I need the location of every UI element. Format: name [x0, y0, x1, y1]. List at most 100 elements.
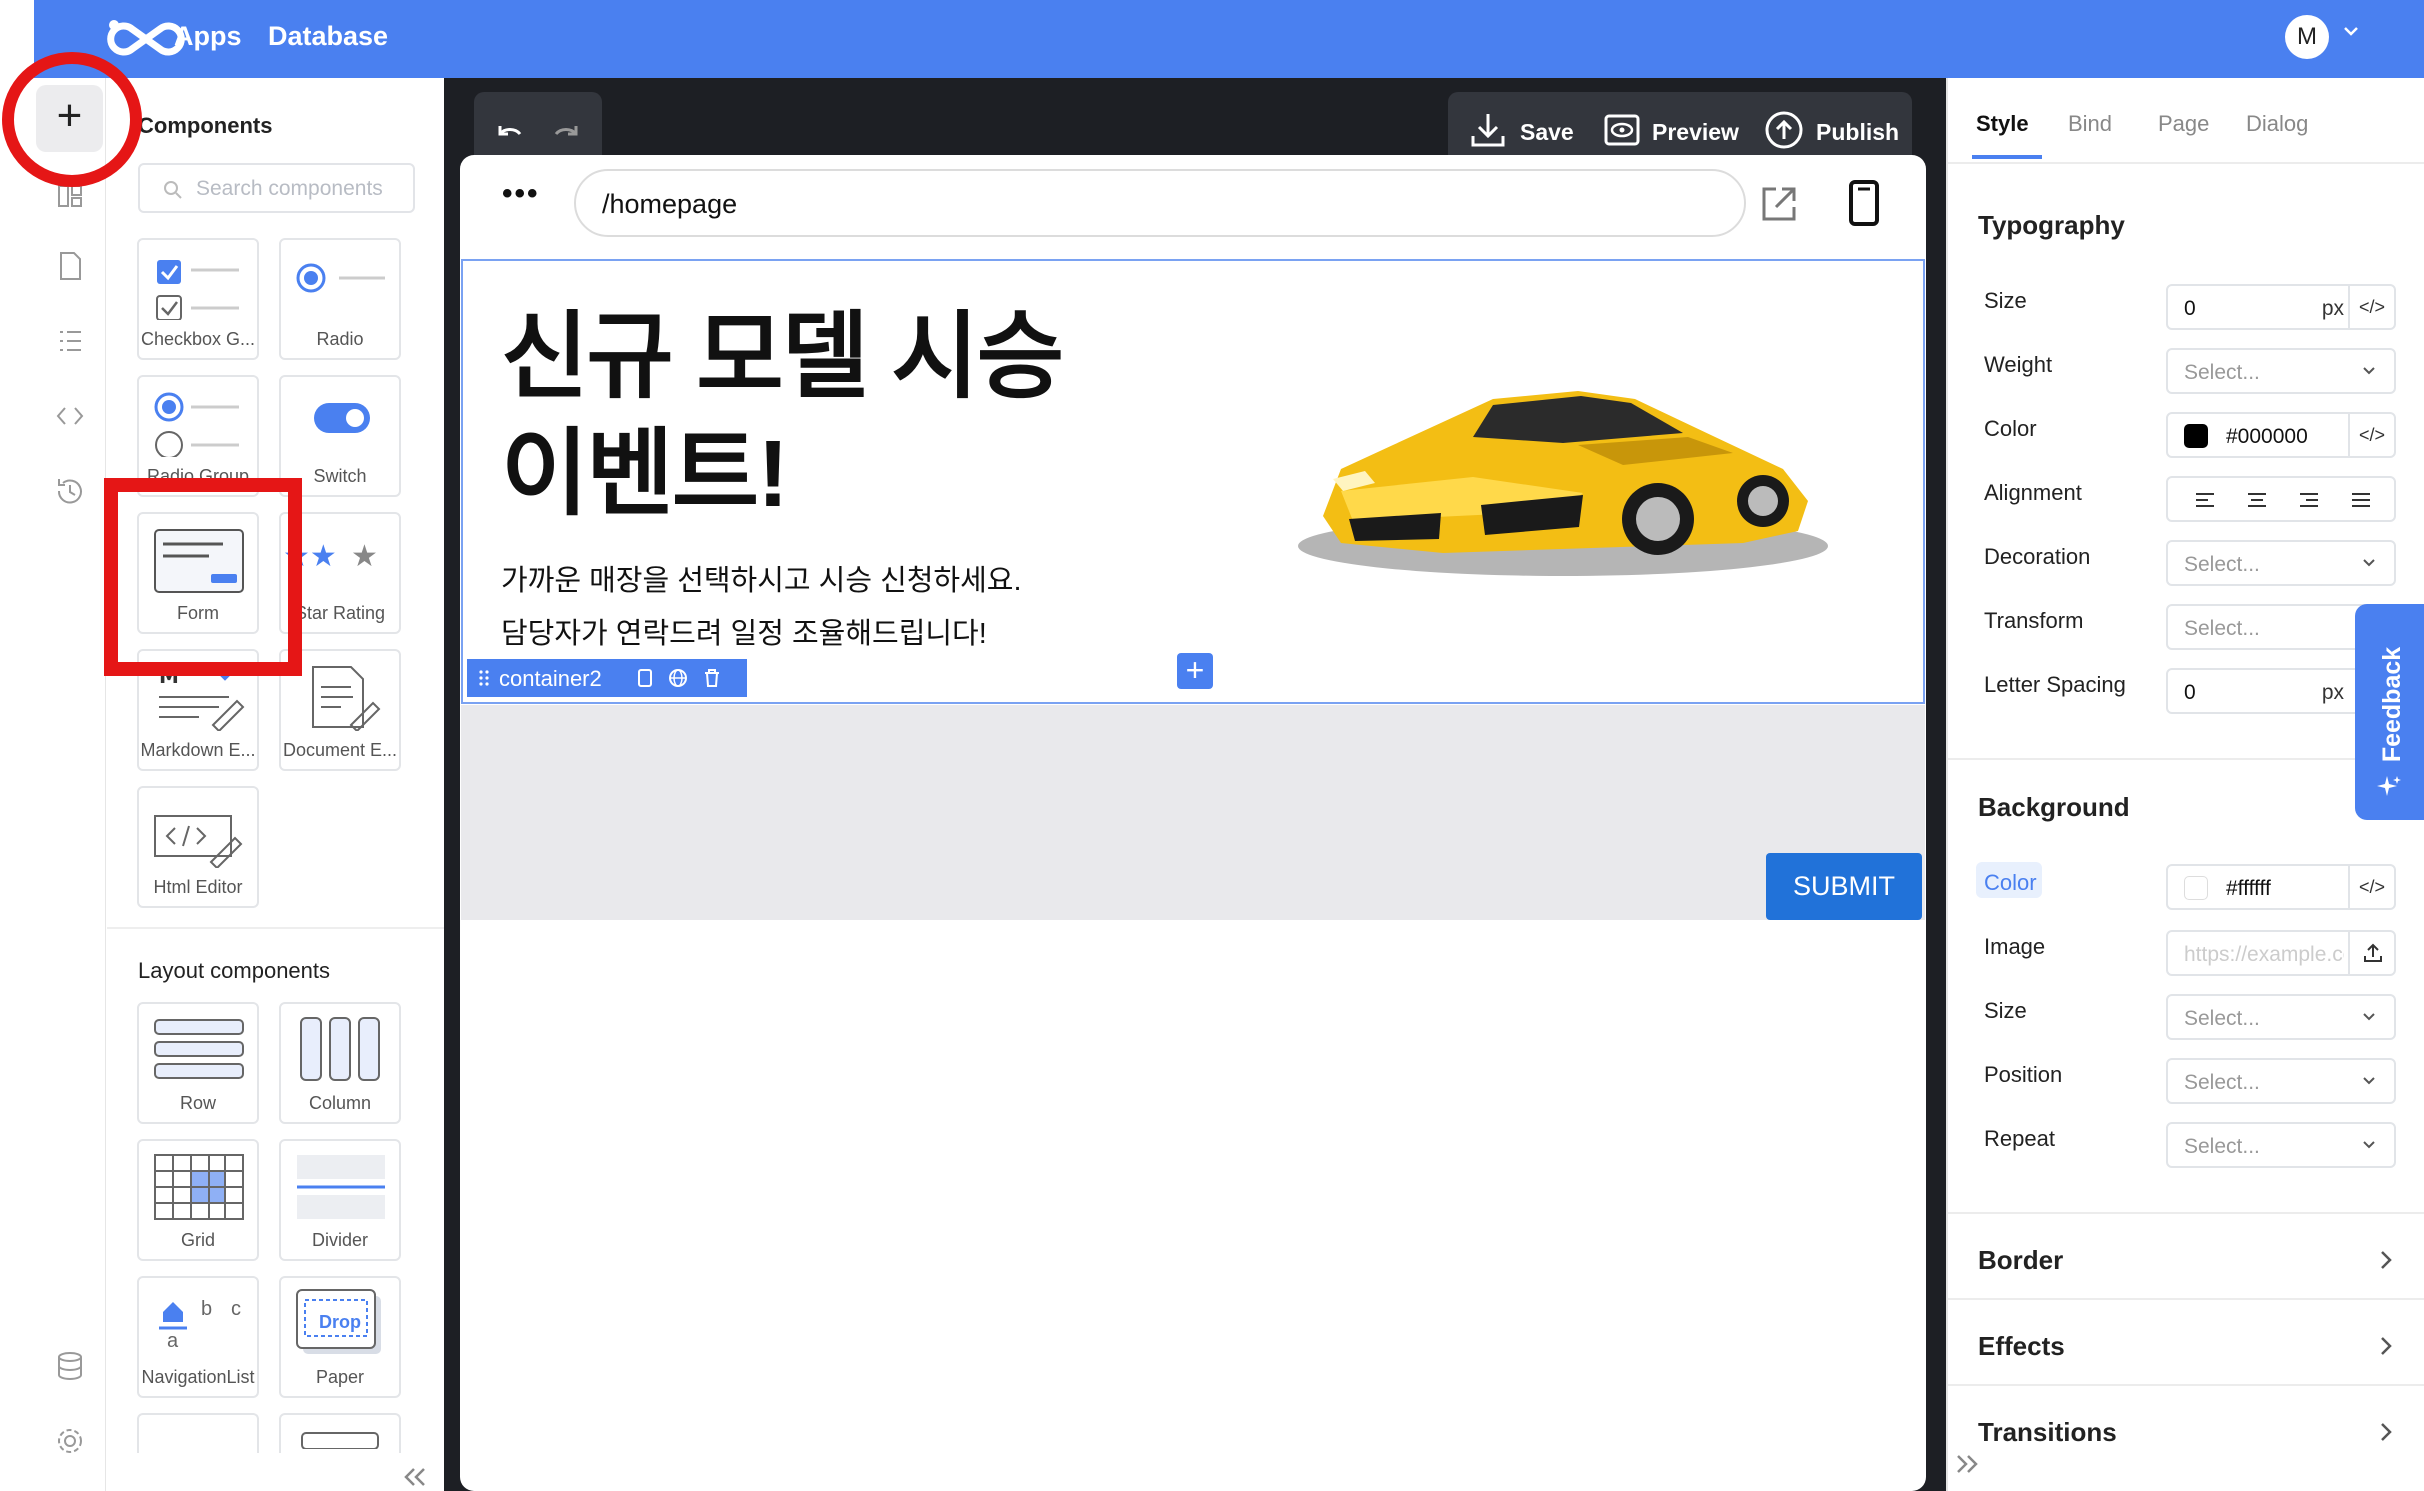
drag-handle-icon[interactable]	[479, 669, 489, 687]
user-avatar[interactable]: M	[2285, 15, 2329, 59]
alignment-group	[2166, 476, 2396, 522]
align-center-icon[interactable]	[2246, 490, 2268, 510]
undo-icon[interactable]	[490, 112, 528, 150]
tile-label: Grid	[180, 1230, 215, 1250]
container-name: container2	[499, 666, 602, 691]
bg-position-select[interactable]: Select...	[2166, 1058, 2396, 1104]
open-external-icon[interactable]	[1758, 183, 1800, 225]
save-button[interactable]: Save	[1468, 110, 1588, 150]
tab-page[interactable]: Page	[2158, 111, 2209, 137]
container-selection-tag[interactable]: container2	[467, 659, 747, 697]
tile-label: Divider	[311, 1230, 368, 1250]
font-color-input[interactable]: #000000 </>	[2166, 412, 2396, 458]
background-title: Background	[1978, 792, 2130, 822]
tile-paper[interactable]: Drop Paper	[279, 1276, 401, 1398]
page-canvas: ••• /homepage 신규 모델 시승 이벤트! 가까운 매장을 선택하시…	[460, 155, 1926, 1491]
copy-icon[interactable]	[633, 667, 655, 689]
color-swatch[interactable]	[2184, 876, 2208, 900]
tile-label: Column	[308, 1093, 372, 1113]
components-title: Components	[138, 113, 273, 138]
size-label: Size	[1984, 288, 2027, 313]
chevron-down-icon[interactable]	[2340, 20, 2362, 42]
tab-dialog[interactable]: Dialog	[2246, 111, 2308, 137]
search-icon	[164, 181, 182, 199]
container2[interactable]: 신규 모델 시승 이벤트! 가까운 매장을 선택하시고 시승 신청하세요. 담당…	[461, 259, 1925, 704]
feedback-tab[interactable]: Feedback	[2355, 604, 2424, 820]
tile-checkbox-group[interactable]: Checkbox G...	[137, 238, 259, 360]
trash-icon[interactable]	[701, 667, 723, 689]
globe-icon[interactable]	[667, 667, 689, 689]
preview-eye-icon	[1604, 114, 1640, 146]
html-editor-icon	[154, 815, 243, 868]
tab-style[interactable]: Style	[1976, 111, 2029, 137]
download-icon	[1471, 114, 1505, 147]
transform-label: Transform	[1984, 608, 2084, 633]
hero-text-line: 가까운 매장을 선택하시고 시승 신청하세요.	[501, 565, 1022, 597]
tile-row[interactable]: Row	[137, 1002, 259, 1124]
mobile-device-icon[interactable]	[1846, 179, 1882, 227]
document-icon[interactable]	[50, 246, 90, 286]
highlight-rectangle	[104, 478, 302, 676]
font-weight-select[interactable]: Select...	[2166, 348, 2396, 394]
hero-title: 신규 모델 시승 이벤트!	[501, 304, 1064, 527]
bg-color-input[interactable]: #ffffff </>	[2166, 864, 2396, 910]
tile-partial[interactable]	[279, 1413, 401, 1453]
tile-grid[interactable]: Grid	[137, 1139, 259, 1261]
letter-spacing-label: Letter Spacing	[1984, 672, 2126, 697]
tile-column[interactable]: Column	[279, 1002, 401, 1124]
preview-button[interactable]: Preview	[1602, 110, 1752, 150]
section-divider	[1948, 1212, 2424, 1214]
sports-car-image	[1298, 391, 1828, 576]
panel-divider	[107, 927, 444, 929]
database-icon[interactable]	[50, 1346, 90, 1386]
component-search-input[interactable]: Search components	[138, 163, 415, 213]
weight-label: Weight	[1984, 352, 2053, 377]
color-label: Color	[1984, 416, 2037, 441]
more-options-icon[interactable]: •••	[502, 177, 540, 211]
partial-tile-icon	[301, 1432, 379, 1449]
chevron-down-icon	[2363, 367, 2375, 375]
submit-button[interactable]: SUBMIT	[1766, 853, 1922, 920]
tile-label: Radio	[316, 329, 364, 349]
nav-apps[interactable]: Apps	[174, 21, 242, 52]
settings-gear-icon[interactable]	[50, 1421, 90, 1461]
code-toggle-icon[interactable]: </>	[2348, 286, 2394, 328]
bg-size-select[interactable]: Select...	[2166, 994, 2396, 1040]
left-rail	[34, 78, 106, 1491]
tile-radio[interactable]: Radio	[279, 238, 401, 360]
align-right-icon[interactable]	[2298, 490, 2320, 510]
publish-button[interactable]: Publish	[1764, 110, 1904, 150]
color-swatch[interactable]	[2184, 424, 2208, 448]
decoration-select[interactable]: Select...	[2166, 540, 2396, 586]
history-icon[interactable]	[50, 471, 90, 511]
nav-database[interactable]: Database	[268, 21, 388, 52]
bg-repeat-select[interactable]: Select...	[2166, 1122, 2396, 1168]
list-icon[interactable]	[50, 321, 90, 361]
bg-image-input[interactable]: https://example.com	[2166, 930, 2396, 976]
grid-layout-icon	[154, 1154, 244, 1220]
align-left-icon[interactable]	[2194, 490, 2216, 510]
tile-html-editor[interactable]: Html Editor	[137, 786, 259, 908]
font-size-input[interactable]: 0 px </>	[2166, 284, 2396, 330]
code-icon[interactable]	[50, 396, 90, 436]
tile-partial[interactable]	[137, 1413, 259, 1453]
nav-list-letter: c	[231, 1298, 241, 1320]
upload-icon[interactable]	[2348, 932, 2394, 974]
tile-divider[interactable]: Divider	[279, 1139, 401, 1261]
tile-label: Markdown E...	[140, 740, 256, 760]
code-toggle-icon[interactable]: </>	[2348, 866, 2394, 908]
top-bar: Apps Database	[34, 0, 2424, 78]
align-justify-icon[interactable]	[2350, 490, 2372, 510]
redo-icon[interactable]	[548, 112, 586, 150]
form-container[interactable]	[461, 705, 1925, 920]
collapse-panel-icon[interactable]	[400, 1463, 428, 1491]
code-toggle-icon[interactable]: </>	[2348, 414, 2394, 456]
app-root: Apps Database M + Components Search comp…	[0, 0, 2424, 1491]
section-divider	[1948, 1384, 2424, 1386]
home-icon	[159, 1302, 187, 1330]
url-bar[interactable]: /homepage	[574, 169, 1746, 237]
tile-navigation-list[interactable]: b c a NavigationList	[137, 1276, 259, 1398]
expand-panel-icon[interactable]	[1954, 1450, 1982, 1478]
tab-bind[interactable]: Bind	[2068, 111, 2112, 137]
add-inside-button[interactable]: +	[1177, 653, 1213, 689]
